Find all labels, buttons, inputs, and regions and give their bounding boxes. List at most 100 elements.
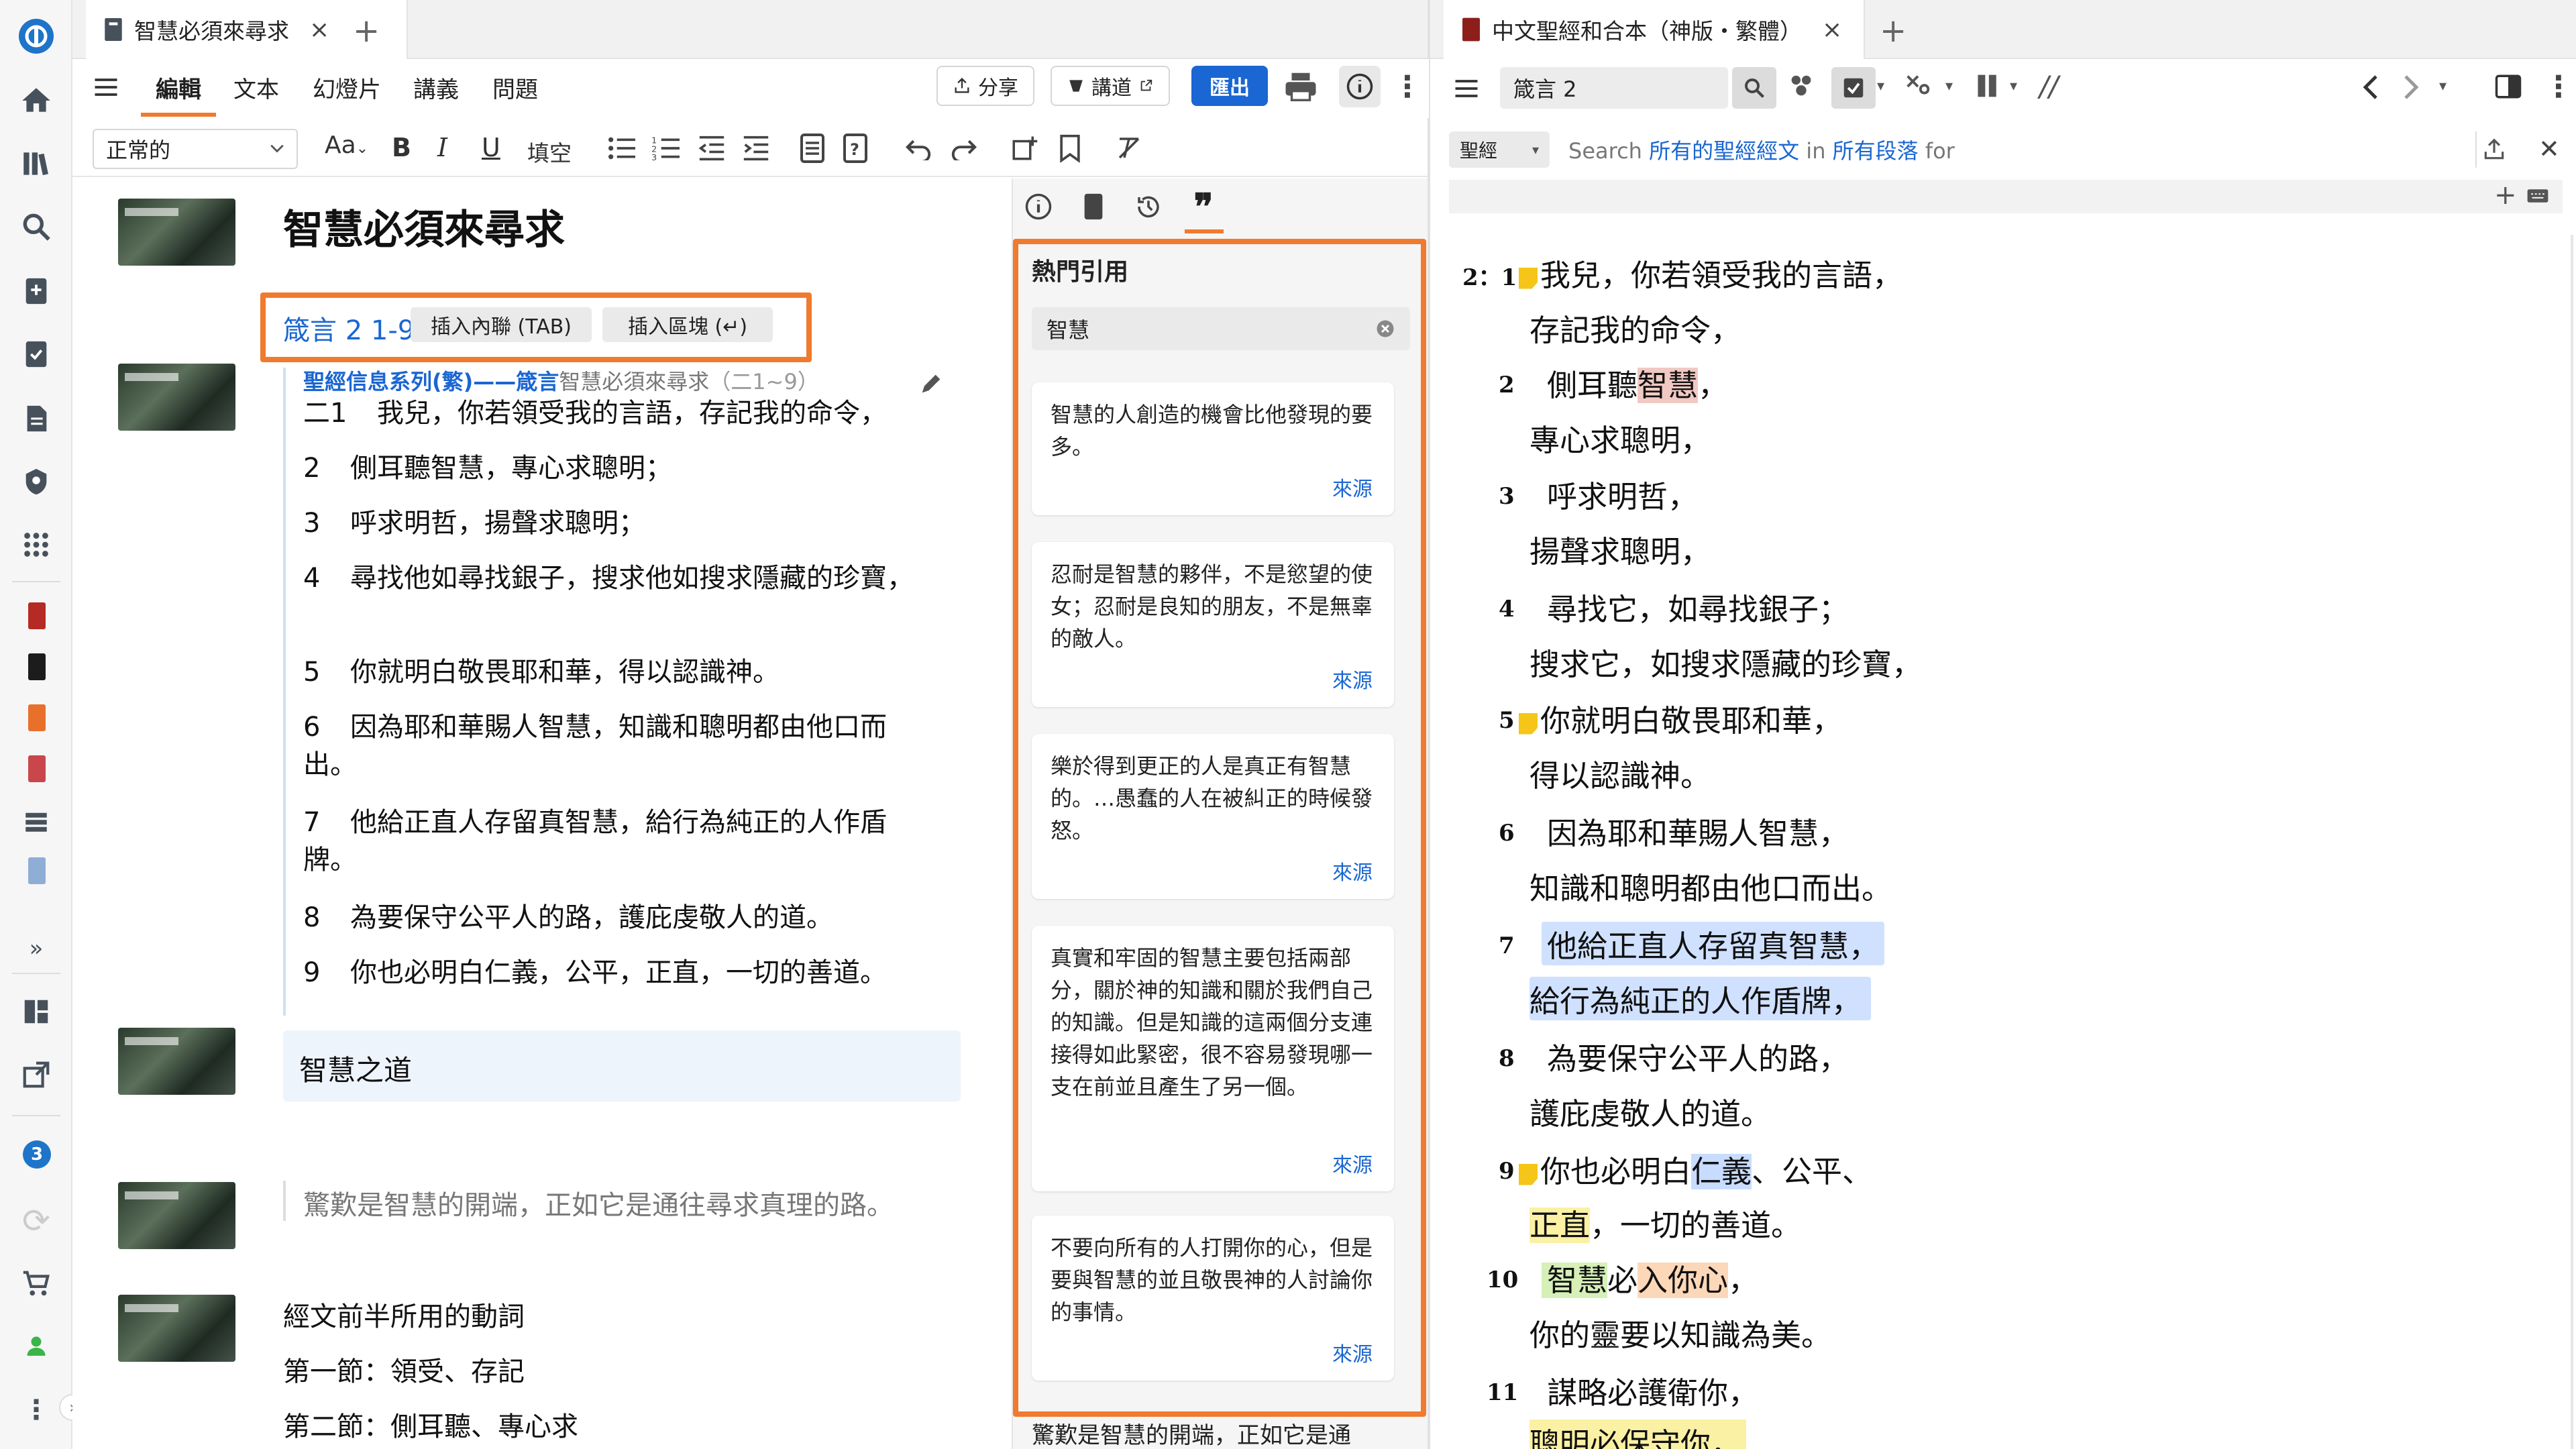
bible-search-button[interactable] [1732, 67, 1776, 109]
outdent-icon[interactable] [695, 131, 729, 165]
hamburger-menu-icon[interactable] [91, 72, 121, 102]
book-tab-icon[interactable] [1075, 188, 1112, 225]
clear-format-icon[interactable] [1112, 131, 1146, 165]
forward-arrow-icon[interactable] [2398, 71, 2427, 105]
keyboard-icon[interactable] [2526, 186, 2549, 205]
app-logo-icon[interactable] [16, 16, 56, 56]
book-black-icon[interactable] [28, 653, 46, 680]
sync-icon[interactable]: ⟳ [16, 1201, 56, 1241]
expand-chevron-icon[interactable]: » [16, 928, 56, 969]
highlighted-word[interactable]: 入你心 [1638, 1263, 1729, 1298]
quotes-search-input[interactable]: 智慧 [1032, 307, 1410, 350]
note-icon[interactable] [1519, 1163, 1538, 1185]
checked-toggle-button[interactable] [1831, 67, 1876, 109]
quote-source-link[interactable]: 來源 [1332, 1148, 1373, 1178]
paragraph-style-select[interactable]: 正常的 [93, 129, 298, 169]
chevron-down-icon[interactable]: ▾ [2010, 78, 2017, 95]
quotes-tab-icon[interactable]: ❞ [1185, 185, 1222, 228]
book-blue-icon[interactable] [28, 857, 46, 884]
note-icon[interactable] [1519, 267, 1538, 289]
home-icon[interactable] [16, 80, 56, 121]
close-tab-icon[interactable]: × [309, 16, 329, 44]
highlighted-line[interactable]: 給行為純正的人作盾牌， [1529, 977, 1872, 1020]
highlighted-word[interactable]: 正直 [1529, 1208, 1591, 1243]
apps-grid-icon[interactable] [16, 525, 56, 565]
note-icon[interactable] [1519, 712, 1538, 735]
cart-icon[interactable] [16, 1264, 56, 1304]
highlighted-line[interactable]: 聰明必保守你， [1529, 1419, 1747, 1449]
edit-pencil-icon[interactable] [918, 370, 945, 397]
quote-source-link[interactable]: 來源 [1332, 856, 1373, 885]
add-tab-button[interactable]: + [353, 12, 380, 50]
indent-icon[interactable] [739, 131, 773, 165]
search-scope-select[interactable]: 聖經 ▾ [1449, 131, 1550, 168]
more-options-icon[interactable]: ⋮ [1393, 70, 1422, 104]
library-icon[interactable] [16, 144, 56, 184]
close-search-icon[interactable]: ✕ [2538, 134, 2560, 164]
export-search-icon[interactable] [2475, 131, 2512, 168]
slide-thumbnail[interactable] [118, 1182, 235, 1249]
sermon-button[interactable]: 講道 [1051, 66, 1170, 106]
chevron-down-icon[interactable]: ▾ [1877, 78, 1884, 95]
insert-box-icon[interactable] [1008, 131, 1041, 165]
quote-source-link[interactable]: 來源 [1332, 664, 1373, 694]
add-icon[interactable]: + [2494, 180, 2517, 211]
highlighted-word[interactable]: 智慧 [1542, 1263, 1608, 1298]
document-title[interactable]: 智慧必須來尋求 [283, 197, 565, 256]
book-orange-icon[interactable] [28, 704, 46, 731]
slide-thumbnail[interactable] [118, 1295, 235, 1362]
people-icon[interactable] [1786, 71, 1819, 105]
more-options-icon[interactable]: ⋮ [2544, 70, 2573, 104]
bold-button[interactable]: B [392, 133, 411, 162]
quote-card[interactable]: 真實和牢固的智慧主要包括兩部分，關於神的知識和關於我們自己的知識。但是知識的這兩… [1032, 926, 1394, 1191]
print-icon[interactable] [1283, 70, 1319, 103]
italic-button[interactable]: I [437, 133, 447, 162]
close-tab-icon[interactable]: × [1822, 16, 1842, 44]
share-layout-icon[interactable] [16, 1055, 56, 1095]
search-target-link[interactable]: 所有的聖經經文 [1649, 138, 1799, 164]
notification-badge[interactable]: 3 [23, 1140, 51, 1169]
parallel-icon[interactable]: // [2039, 70, 2058, 103]
interlinear-icon[interactable] [1902, 71, 1935, 103]
add-tab-button[interactable]: + [1880, 12, 1907, 50]
undo-icon[interactable] [902, 131, 935, 165]
fill-blank-button[interactable]: 填空 [527, 136, 572, 168]
bookmark-add-icon[interactable] [1053, 131, 1087, 165]
quote-source-link[interactable]: 來源 [1332, 1338, 1373, 1367]
highlighted-line[interactable]: 他給正直人存留真智慧， [1542, 922, 1885, 965]
bible-reference-input[interactable]: 箴言 2 [1500, 67, 1728, 109]
redo-icon[interactable] [947, 131, 981, 165]
info-toggle-button[interactable] [1339, 66, 1381, 107]
slide-thumbnail[interactable] [118, 1028, 235, 1095]
clear-search-icon[interactable] [1375, 319, 1395, 339]
info-tab-icon[interactable] [1020, 188, 1057, 225]
slide-thumbnail[interactable] [118, 364, 235, 431]
document-icon[interactable] [16, 398, 56, 439]
bible-add-icon[interactable] [16, 271, 56, 311]
quote-card[interactable]: 樂於得到更正的人是真正有智慧的。…愚蠢的人在被糾正的時候發怒。 來源 [1032, 734, 1394, 899]
book-rose-icon[interactable] [28, 755, 46, 782]
menu-tab-edit[interactable]: 編輯 [156, 71, 201, 104]
layout-icon[interactable] [16, 991, 56, 1032]
font-size-button[interactable]: Aa⌄ [325, 131, 368, 159]
chevron-down-icon[interactable]: ▾ [2439, 78, 2447, 95]
menu-tab-questions[interactable]: 問題 [492, 71, 538, 104]
columns-icon[interactable] [1975, 72, 2002, 102]
search-query-line[interactable]: Search 所有的聖經經文 in 所有段落 for [1568, 134, 1955, 165]
numbered-list-icon[interactable]: 123 [649, 131, 683, 165]
more-vertical-icon[interactable]: ⋮ [16, 1390, 56, 1430]
panel-layout-icon[interactable] [2494, 72, 2524, 102]
export-button[interactable]: 匯出 [1191, 66, 1268, 106]
quote-card[interactable]: 忍耐是智慧的夥伴，不是慾望的使女；忍耐是良知的朋友，不是無辜的敵人。 來源 [1032, 542, 1394, 707]
shield-icon[interactable] [16, 462, 56, 502]
scrollbar[interactable] [2571, 235, 2573, 1449]
tab-bible[interactable]: 中文聖經和合本（神版・繁體） × [1444, 0, 1865, 59]
series-prefix[interactable]: 聖經信息系列(繁)——箴言 [303, 369, 559, 394]
search-icon[interactable] [16, 207, 56, 247]
bible-menu-icon[interactable] [1452, 74, 1481, 103]
highlighted-word[interactable]: 智慧 [1638, 368, 1699, 403]
question-block-icon[interactable]: ? [839, 131, 872, 165]
stack-icon[interactable] [16, 801, 56, 841]
user-icon[interactable] [16, 1326, 56, 1366]
back-arrow-icon[interactable] [2357, 71, 2387, 105]
